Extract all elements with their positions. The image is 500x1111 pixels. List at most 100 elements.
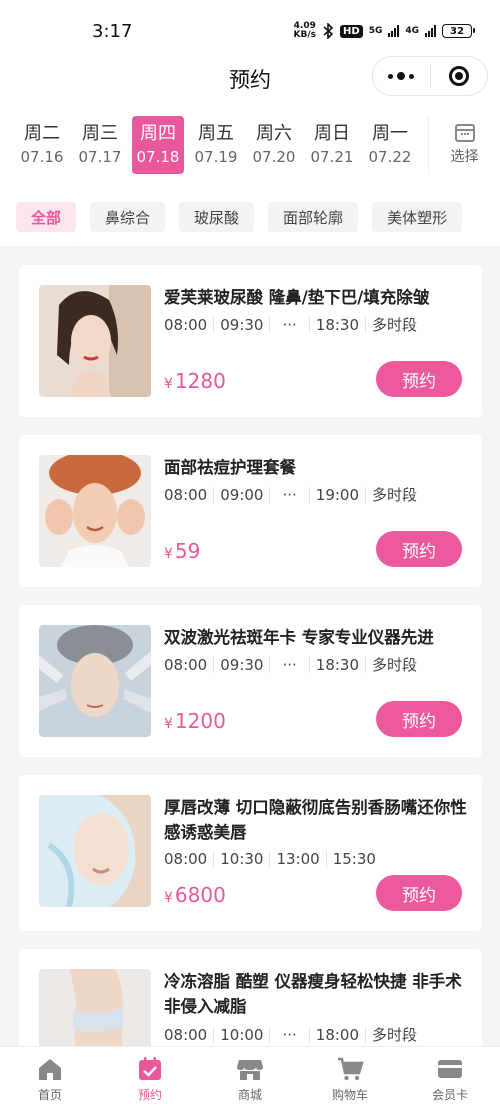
service-image xyxy=(39,455,151,567)
time-slot-more: 多时段 xyxy=(372,316,418,334)
mini-program-capsule xyxy=(372,56,488,96)
date-value: 07.17 xyxy=(78,148,122,166)
currency-symbol: ¥ xyxy=(164,546,173,562)
service-title: 双波激光祛斑年卡 专家专业仪器先进 xyxy=(164,628,434,647)
network-speed: 4.09 KB/s xyxy=(293,21,317,40)
service-image xyxy=(39,795,151,907)
time-slots: 08:00 10:30 13:00 15:30 xyxy=(164,851,382,867)
time-slots: 08:00 09:00 ··· 19:00 多时段 xyxy=(164,487,423,503)
date-item-4[interactable]: 周六 07.20 xyxy=(248,116,300,174)
time-slots: 08:00 09:30 ··· 18:30 多时段 xyxy=(164,317,423,333)
time-slot: 09:30 xyxy=(214,317,271,333)
date-value: 07.18 xyxy=(136,148,180,166)
price-value: 1280 xyxy=(174,369,226,393)
cart-icon xyxy=(338,1057,364,1080)
time-slot: 18:30 xyxy=(310,657,367,673)
calendar-icon xyxy=(454,124,475,142)
bluetooth-icon xyxy=(323,23,334,39)
service-title: 厚唇改薄 切口隐蔽彻底告别香肠嘴还你性感诱惑美唇 xyxy=(164,798,467,842)
time-slots: 08:00 10:00 ··· 18:00 多时段 xyxy=(164,1027,423,1043)
tab-label: 预约 xyxy=(137,1087,162,1102)
time-slot: 08:00 xyxy=(164,851,215,867)
time-slot: 18:30 xyxy=(310,317,367,333)
time-slot: 09:00 xyxy=(214,487,271,503)
network-4g-label: 4G xyxy=(405,26,419,36)
time-slot: 18:00 xyxy=(310,1027,367,1043)
currency-symbol: ¥ xyxy=(164,890,173,906)
service-price: ¥59 xyxy=(164,539,200,563)
category-face-contour[interactable]: 面部轮廓 xyxy=(268,202,359,232)
service-card[interactable]: 爱芙莱玻尿酸 隆鼻/垫下巴/填充除皱 08:00 09:30 ··· 18:30… xyxy=(19,265,482,417)
time-slot: 08:00 xyxy=(164,657,215,673)
tab-home[interactable]: 首页 xyxy=(0,1047,100,1111)
book-button[interactable]: 预约 xyxy=(376,361,462,397)
bottom-tab-bar: 首页 预约 商城 购物车 会员卡 xyxy=(0,1046,500,1111)
select-date-label: 选择 xyxy=(450,149,479,165)
service-title: 冷冻溶脂 酷塑 仪器瘦身轻松快捷 非手术非侵入减脂 xyxy=(164,972,462,1016)
network-5g-label: 5G xyxy=(368,26,383,36)
date-value: 07.20 xyxy=(252,148,296,166)
tab-label: 购物车 xyxy=(331,1087,368,1102)
time-slot: 08:00 xyxy=(164,1027,215,1043)
battery-icon: 32 xyxy=(442,24,475,38)
currency-symbol: ¥ xyxy=(164,376,173,392)
time-slot: 15:30 xyxy=(332,850,376,868)
service-title: 爱芙莱玻尿酸 隆鼻/垫下巴/填充除皱 xyxy=(164,288,430,307)
status-bar: 3:17 4.09 KB/s HD 5G 4G 32 xyxy=(0,0,500,62)
date-weekday: 周日 xyxy=(314,123,350,144)
category-body-shaping[interactable]: 美体塑形 xyxy=(372,202,463,232)
date-item-3[interactable]: 周五 07.19 xyxy=(190,116,242,174)
date-item-6[interactable]: 周一 07.22 xyxy=(364,116,416,174)
tab-store[interactable]: 商城 xyxy=(200,1047,300,1111)
category-hyaluronic[interactable]: 玻尿酸 xyxy=(179,202,255,232)
time-slot: 19:00 xyxy=(310,487,367,503)
book-button[interactable]: 预约 xyxy=(376,875,462,911)
time-slot: 13:00 xyxy=(270,851,327,867)
signal-icon-2 xyxy=(425,25,436,37)
tab-label: 会员卡 xyxy=(431,1087,468,1102)
service-card[interactable]: 双波激光祛斑年卡 专家专业仪器先进 08:00 09:30 ··· 18:30 … xyxy=(19,605,482,757)
date-value: 07.21 xyxy=(310,148,354,166)
time-slot-ellipsis: ··· xyxy=(270,487,310,503)
service-price: ¥1280 xyxy=(164,369,226,393)
more-icon xyxy=(388,72,415,80)
more-button[interactable] xyxy=(373,57,430,95)
service-image xyxy=(39,625,151,737)
category-all[interactable]: 全部 xyxy=(16,202,77,232)
calendar-check-icon xyxy=(139,1056,161,1080)
service-card[interactable]: 厚唇改薄 切口隐蔽彻底告别香肠嘴还你性感诱惑美唇 08:00 10:30 13:… xyxy=(19,775,482,931)
date-item-1[interactable]: 周三 07.17 xyxy=(74,116,126,174)
title-bar: 预约 xyxy=(0,56,500,102)
close-mini-program-button[interactable] xyxy=(431,57,488,95)
category-nose[interactable]: 鼻综合 xyxy=(90,202,166,232)
hd-badge: HD xyxy=(340,24,363,38)
status-indicators: 4.09 KB/s HD 5G 4G 32 xyxy=(293,21,475,40)
time-slot: 08:00 xyxy=(164,317,215,333)
date-weekday: 周六 xyxy=(256,123,292,144)
service-title: 面部祛痘护理套餐 xyxy=(164,458,296,477)
book-button[interactable]: 预约 xyxy=(376,701,462,737)
date-value: 07.16 xyxy=(20,148,64,166)
service-price: ¥6800 xyxy=(164,883,226,907)
tab-member-card[interactable]: 会员卡 xyxy=(400,1047,500,1111)
date-item-2-selected[interactable]: 周四 07.18 xyxy=(132,116,184,174)
date-weekday: 周一 xyxy=(372,123,408,144)
tab-label: 商城 xyxy=(237,1087,262,1102)
date-item-0[interactable]: 周二 07.16 xyxy=(16,116,68,174)
price-value: 1200 xyxy=(174,709,226,733)
member-card-icon xyxy=(438,1059,462,1078)
time-slot: 10:00 xyxy=(214,1027,271,1043)
time-slot: 10:30 xyxy=(214,851,271,867)
time-slot-ellipsis: ··· xyxy=(270,657,310,673)
date-item-5[interactable]: 周日 07.21 xyxy=(306,116,358,174)
date-weekday: 周二 xyxy=(24,123,60,144)
date-weekday: 周五 xyxy=(198,123,234,144)
time-slot-ellipsis: ··· xyxy=(270,317,310,333)
currency-symbol: ¥ xyxy=(164,716,173,732)
tab-cart[interactable]: 购物车 xyxy=(300,1047,400,1111)
book-button[interactable]: 预约 xyxy=(376,531,462,567)
price-value: 59 xyxy=(174,539,201,563)
service-card[interactable]: 面部祛痘护理套餐 08:00 09:00 ··· 19:00 多时段 ¥59 预… xyxy=(19,435,482,587)
tab-booking[interactable]: 预约 xyxy=(100,1047,200,1111)
select-date-button[interactable]: 选择 xyxy=(428,116,500,174)
